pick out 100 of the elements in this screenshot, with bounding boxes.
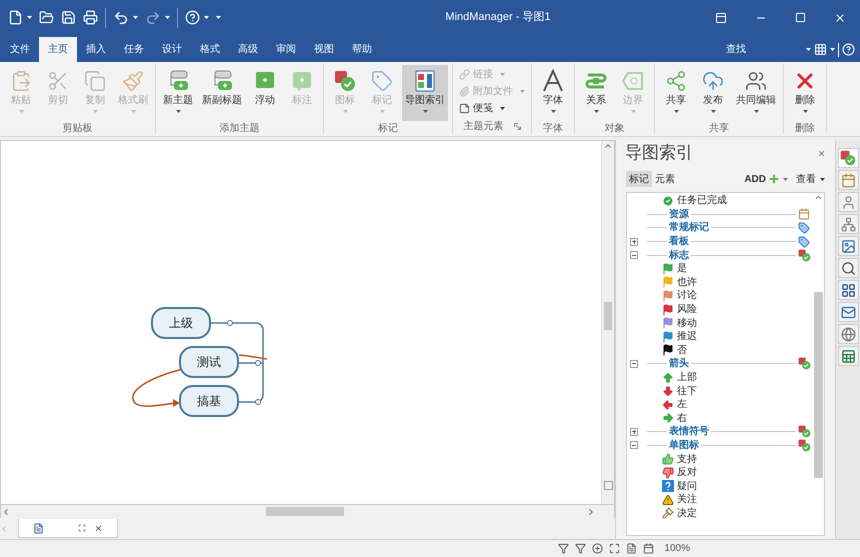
horizontal-scrollbar[interactable] xyxy=(0,505,615,518)
dialog-launcher-icon[interactable] xyxy=(514,122,520,130)
caret-icon xyxy=(133,16,138,19)
menu-tab[interactable]: 文件 xyxy=(1,37,39,62)
filter-icon[interactable] xyxy=(575,543,586,554)
calendar-icon[interactable] xyxy=(643,543,654,554)
marker-label[interactable]: 任务已完成 xyxy=(677,193,727,208)
group-label: 主题元素 xyxy=(464,120,504,134)
menu-tab[interactable]: 格式 xyxy=(191,37,229,62)
group-label: 共享 xyxy=(709,122,729,136)
undo-icon[interactable] xyxy=(113,10,129,26)
ribbon-button[interactable]: 关系 xyxy=(579,65,613,121)
add-button[interactable]: ADD xyxy=(744,172,780,186)
scrollbar-thumb[interactable] xyxy=(814,292,822,478)
cloud-upload-icon xyxy=(702,70,724,92)
menu-tab[interactable]: 帮助 xyxy=(343,37,381,62)
marker-label[interactable]: 讨论 xyxy=(677,288,697,304)
new-file-icon[interactable] xyxy=(8,10,23,25)
marker-label[interactable]: 支持 xyxy=(677,452,697,467)
menu-tab[interactable]: 设计 xyxy=(153,37,191,62)
maximize-icon[interactable] xyxy=(795,12,806,23)
ribbon-button[interactable]: 共同编辑 xyxy=(733,65,779,121)
marker-label[interactable]: 是 xyxy=(677,261,687,276)
category-label[interactable]: 标志 xyxy=(667,248,691,263)
collapse-toggle[interactable] xyxy=(630,441,638,450)
check-circle-icon xyxy=(662,194,674,207)
menu-tab[interactable]: 插入 xyxy=(77,37,115,62)
menu-tab[interactable]: 审阅 xyxy=(267,37,305,62)
marker-label[interactable]: 否 xyxy=(677,342,687,358)
ribbon-button[interactable]: 发布 xyxy=(696,65,730,121)
add-circle-icon[interactable] xyxy=(592,543,604,554)
fit-map-icon[interactable] xyxy=(609,543,620,554)
caret-icon xyxy=(130,110,136,113)
marker-label[interactable]: 疑问 xyxy=(677,478,697,494)
help-icon[interactable] xyxy=(185,10,200,25)
ribbon-button[interactable]: 共享 xyxy=(659,65,693,121)
close-icon[interactable] xyxy=(834,12,846,24)
marker-label[interactable]: 左 xyxy=(677,397,687,412)
menu-tab[interactable]: 高级 xyxy=(229,37,267,62)
help-icon[interactable] xyxy=(842,43,855,56)
print-icon[interactable] xyxy=(83,10,98,25)
collapse-toggle[interactable] xyxy=(630,251,638,260)
filter-icon[interactable] xyxy=(558,543,570,554)
ribbon-display-icon[interactable] xyxy=(715,12,727,24)
search-link[interactable]: 查找 xyxy=(726,37,746,62)
marker-label[interactable]: 往下 xyxy=(677,384,697,399)
topic-node[interactable]: 搞基 xyxy=(179,385,239,417)
page-icon[interactable] xyxy=(626,543,638,554)
layout-icon[interactable] xyxy=(814,43,827,56)
expand-toggle[interactable] xyxy=(630,238,638,246)
menu-tab[interactable]: 主页 xyxy=(39,37,77,62)
marker-label[interactable]: 风险 xyxy=(677,302,697,318)
redo-icon[interactable] xyxy=(145,10,161,26)
group-label: 标记 xyxy=(378,122,398,136)
marker-label[interactable]: 右 xyxy=(677,410,687,426)
copy-icon xyxy=(84,70,106,92)
marker-label[interactable]: 上部 xyxy=(677,370,697,386)
caret-icon xyxy=(422,110,428,113)
scrollbar-thumb[interactable] xyxy=(604,302,612,330)
view-menu[interactable]: 查看 xyxy=(796,172,825,186)
callout-icon xyxy=(291,70,313,92)
expand-toggle[interactable] xyxy=(630,428,638,436)
marker-label[interactable]: 关注 xyxy=(677,492,697,508)
marker-label[interactable]: 移动 xyxy=(677,316,697,331)
grid-icon xyxy=(840,282,856,298)
group-label: 对象 xyxy=(604,122,624,136)
topic-node[interactable]: 上级 xyxy=(151,307,211,339)
ribbon-button[interactable]: 新副标题 xyxy=(199,65,245,121)
collapse-toggle[interactable] xyxy=(630,360,638,368)
ribbon-button[interactable]: 字体 xyxy=(536,65,570,121)
marker-label[interactable]: 也许 xyxy=(677,274,697,290)
marker-icon xyxy=(334,70,356,92)
topic-node[interactable]: 测试 xyxy=(179,346,239,378)
document-tab[interactable] xyxy=(18,519,118,538)
category-label[interactable]: 箭头 xyxy=(667,356,691,372)
marker-label[interactable]: 推迟 xyxy=(677,329,697,344)
ribbon-button[interactable]: 浮动 xyxy=(248,65,282,121)
category-label[interactable]: 单图标 xyxy=(667,438,701,453)
category-label[interactable]: 表情符号 xyxy=(667,424,711,440)
vertical-scrollbar[interactable] xyxy=(601,141,614,504)
ribbon-button[interactable]: 删除 xyxy=(788,65,822,121)
ribbon-button[interactable]: 便笺 xyxy=(457,100,527,117)
scrollbar-thumb[interactable] xyxy=(266,507,344,516)
marker-label[interactable]: 决定 xyxy=(677,506,697,521)
marker-label[interactable]: 反对 xyxy=(677,465,697,480)
close-icon[interactable] xyxy=(817,148,826,158)
save-icon[interactable] xyxy=(61,10,76,25)
panel-tab[interactable]: 元素 xyxy=(652,171,678,187)
menu-tab[interactable]: 视图 xyxy=(305,37,343,62)
category-label[interactable]: 资源 xyxy=(667,206,691,222)
scroll-up-icon[interactable] xyxy=(814,193,822,202)
close-icon[interactable] xyxy=(94,524,103,532)
category-label[interactable]: 看板 xyxy=(667,234,691,250)
folder-icon[interactable] xyxy=(39,10,54,25)
ribbon-button[interactable]: 新主题 xyxy=(160,65,196,121)
menu-tab[interactable]: 任务 xyxy=(115,37,153,62)
panel-tab[interactable]: 标记 xyxy=(626,171,652,187)
category-label[interactable]: 常规标记 xyxy=(667,220,711,236)
caret-icon xyxy=(500,73,505,76)
ribbon-button[interactable]: 导图索引 xyxy=(402,65,448,121)
